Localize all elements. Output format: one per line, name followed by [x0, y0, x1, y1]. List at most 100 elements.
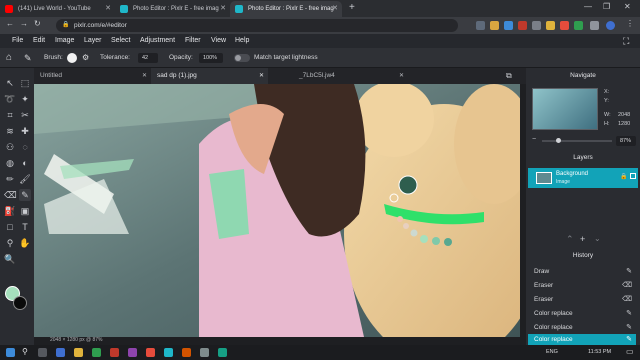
history-item[interactable]: Color replace ✎	[528, 307, 636, 320]
arrange-windows-icon[interactable]: ⧉	[506, 71, 512, 81]
close-icon[interactable]: ✕	[399, 68, 404, 84]
brush-preview[interactable]	[67, 53, 77, 63]
app-icon[interactable]	[128, 348, 137, 357]
new-tab-icon[interactable]: +	[349, 2, 355, 13]
windows-start-icon[interactable]	[6, 348, 15, 357]
close-icon[interactable]: ✕	[105, 1, 111, 17]
layer-menu-icon[interactable]: ⌄	[594, 234, 601, 243]
add-layer-icon[interactable]: +	[580, 234, 585, 244]
layer-row-background[interactable]: Background Image 🔒	[528, 168, 638, 188]
browser-tab-youtube[interactable]: (141) Live World - YouTube ✕	[0, 1, 115, 17]
history-item[interactable]: Eraser ⌫	[528, 279, 636, 292]
visibility-checkbox[interactable]	[630, 173, 636, 179]
close-icon[interactable]: ✕	[220, 1, 226, 17]
eraser-tool-icon[interactable]: ⌫	[4, 189, 17, 201]
address-bar[interactable]: 🔒 pixlr.com/e/#editor	[56, 19, 458, 32]
puzzle-icon[interactable]	[590, 21, 599, 30]
fullscreen-icon[interactable]: ⛶	[623, 34, 629, 48]
extension-icon[interactable]	[546, 21, 555, 30]
close-icon[interactable]: ✕	[259, 68, 264, 84]
menu-adjustment[interactable]: Adjustment	[140, 34, 175, 48]
sponge-tool-icon[interactable]: ◍	[4, 157, 16, 169]
doc-tab-lbc5l[interactable]: _7LbC5l.jw4 ✕	[293, 68, 408, 84]
edge-icon[interactable]	[56, 348, 65, 357]
notification-icon[interactable]: ▭	[626, 347, 634, 356]
zoom-tool-icon[interactable]: 🔍	[4, 253, 16, 265]
menu-view[interactable]: View	[211, 34, 226, 48]
extension-icon[interactable]	[490, 21, 499, 30]
cutout-tool-icon[interactable]: ✂	[19, 109, 31, 121]
close-icon[interactable]: ✕	[142, 68, 147, 84]
picker-tool-icon[interactable]: ⚲	[4, 237, 16, 249]
menu-image[interactable]: Image	[55, 34, 74, 48]
search-icon[interactable]: ⚲	[22, 347, 28, 356]
match-lightness-toggle[interactable]	[234, 54, 250, 62]
app-icon[interactable]	[92, 348, 101, 357]
navigator-thumbnail[interactable]	[532, 88, 598, 130]
forward-icon[interactable]: →	[20, 19, 28, 28]
extension-icon[interactable]	[476, 21, 485, 30]
wand-tool-icon[interactable]: ✦	[19, 93, 31, 105]
minimize-icon[interactable]: —	[584, 2, 592, 11]
reload-icon[interactable]: ↻	[34, 19, 41, 28]
history-item[interactable]: Color replace ✎	[528, 321, 636, 334]
zoom-input[interactable]: 87%	[616, 136, 636, 146]
lock-icon[interactable]: 🔒	[620, 173, 627, 180]
clone-tool-icon[interactable]: ⚇	[4, 141, 16, 153]
zoom-slider-handle[interactable]	[556, 138, 561, 143]
color-replace-tool-icon[interactable]: ✎	[19, 189, 31, 201]
browser-tab-pixlr-2[interactable]: Photo Editor : Pixlr E - free imag ✕	[230, 1, 342, 17]
home-icon[interactable]: ⌂	[6, 48, 12, 68]
extension-icon[interactable]	[504, 21, 513, 30]
avatar[interactable]	[606, 21, 615, 30]
crop-tool-icon[interactable]: ⌗	[4, 109, 16, 121]
move-layer-up-icon[interactable]: ⌃	[566, 234, 574, 245]
blur-tool-icon[interactable]: ◌	[19, 141, 31, 153]
shape-tool-icon[interactable]: □	[4, 221, 16, 233]
history-item[interactable]: Draw ✎	[528, 265, 636, 278]
liquify-tool-icon[interactable]: ≋	[4, 125, 16, 137]
dodge-tool-icon[interactable]: ◐	[19, 157, 31, 169]
maximize-icon[interactable]: ❐	[603, 2, 610, 11]
back-icon[interactable]: ←	[6, 19, 14, 28]
extension-icon[interactable]	[518, 21, 527, 30]
menu-file[interactable]: File	[12, 34, 23, 48]
tolerance-input[interactable]: 42	[138, 53, 158, 63]
menu-select[interactable]: Select	[111, 34, 130, 48]
image-canvas[interactable]	[34, 84, 520, 337]
menu-help[interactable]: Help	[235, 34, 249, 48]
extension-icon[interactable]	[574, 21, 583, 30]
more-icon[interactable]: ⋮	[626, 19, 634, 28]
app-icon[interactable]	[164, 348, 173, 357]
brush-tool-icon[interactable]: 🖌	[19, 173, 31, 185]
app-icon[interactable]	[218, 348, 227, 357]
text-tool-icon[interactable]: T	[19, 221, 31, 233]
history-item[interactable]: Eraser ⌫	[528, 293, 636, 306]
doc-tab-sad-dp[interactable]: sad dp (1).jpg ✕	[151, 68, 268, 84]
pencil-tool-icon[interactable]: ✏	[4, 173, 16, 185]
extension-icon[interactable]	[532, 21, 541, 30]
hand-tool-icon[interactable]: ✋	[19, 237, 31, 249]
brush-settings-icon[interactable]: ⚙	[82, 48, 89, 68]
app-icon[interactable]	[200, 348, 209, 357]
chrome-icon[interactable]	[146, 348, 155, 357]
menu-filter[interactable]: Filter	[185, 34, 201, 48]
task-view-icon[interactable]	[38, 348, 47, 357]
menu-edit[interactable]: Edit	[33, 34, 45, 48]
zoom-slider[interactable]	[542, 138, 612, 143]
browser-tab-pixlr-1[interactable]: Photo Editor : Pixlr E - free imag ✕	[115, 1, 230, 17]
language-indicator[interactable]: ENG	[546, 349, 558, 355]
gradient-tool-icon[interactable]: ▣	[19, 205, 31, 217]
file-explorer-icon[interactable]	[74, 348, 83, 357]
app-icon[interactable]	[182, 348, 191, 357]
extension-icon[interactable]	[560, 21, 569, 30]
window-close-icon[interactable]: ✕	[624, 2, 631, 11]
lasso-tool-icon[interactable]: ➰	[4, 93, 16, 105]
clock[interactable]: 11:53 PM	[588, 349, 611, 355]
arrange-tool-icon[interactable]: ↖	[4, 77, 16, 89]
menu-layer[interactable]: Layer	[84, 34, 102, 48]
fill-tool-icon[interactable]: ⛽	[4, 205, 16, 217]
heal-tool-icon[interactable]: ✚	[19, 125, 31, 137]
history-item-selected[interactable]: Color replace ✎	[528, 334, 636, 345]
marquee-tool-icon[interactable]: ⬚	[19, 77, 31, 89]
